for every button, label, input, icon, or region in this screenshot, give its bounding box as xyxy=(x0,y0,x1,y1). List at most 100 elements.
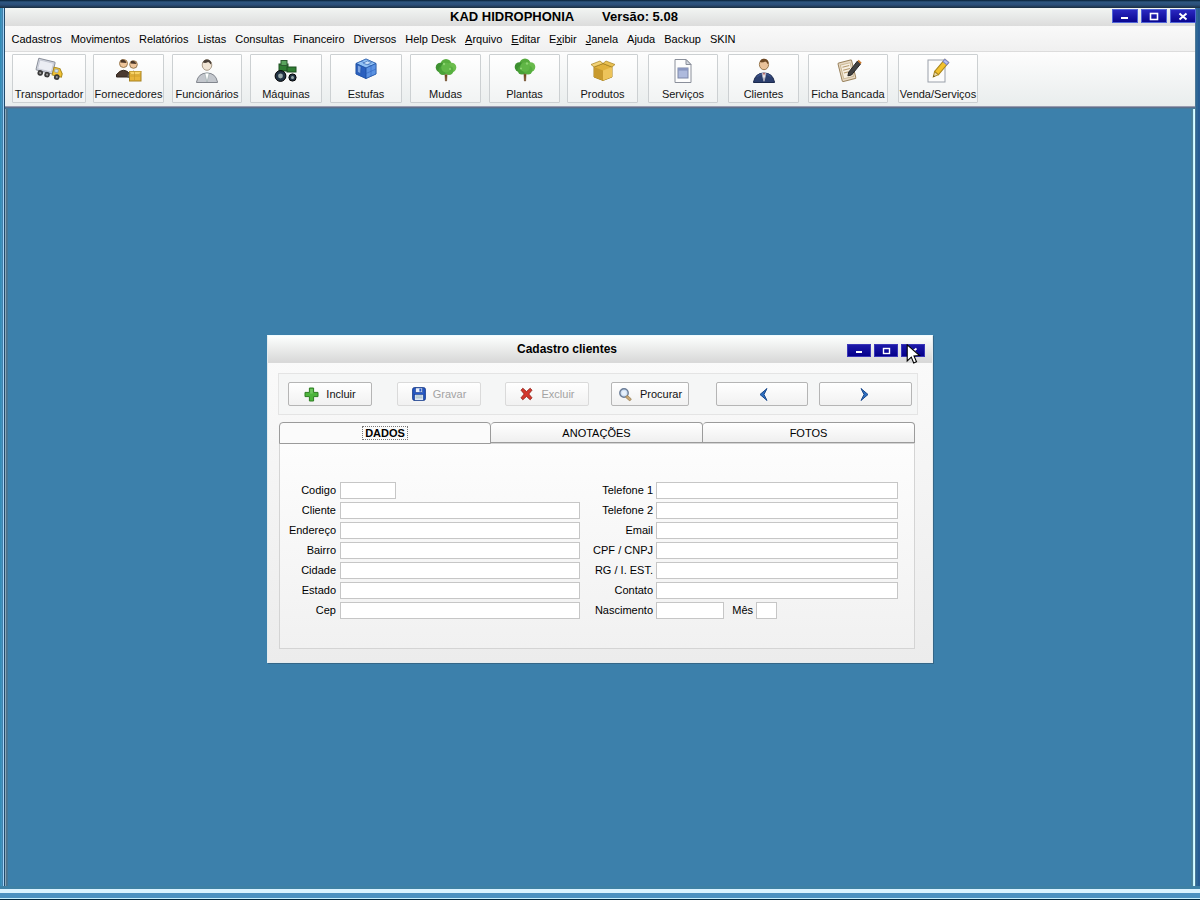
mdi-area-right-bevel xyxy=(1191,109,1195,886)
toolbar-button-label: Estufas xyxy=(348,87,385,101)
window-frame-top xyxy=(0,0,1200,8)
toolbar-button-mudas[interactable]: Mudas xyxy=(410,54,481,103)
telefone-1-label: Telefone 1 xyxy=(533,482,653,499)
mdi-area-left-bevel xyxy=(5,109,8,886)
toolbar-button-m-quinas[interactable]: Máquinas xyxy=(250,54,322,103)
cliente-label: Cliente xyxy=(216,502,336,519)
menu-item-help-desk[interactable]: Help Desk xyxy=(401,27,461,51)
cpf-cnpj-input[interactable] xyxy=(656,542,898,559)
toolbar-button-label: Funcionários xyxy=(176,87,239,101)
toolbar-button-produtos[interactable]: Produtos xyxy=(567,54,638,103)
employee-icon xyxy=(192,57,222,89)
tab-label: DADOS xyxy=(363,427,407,439)
procurar-button[interactable]: Procurar xyxy=(611,382,689,406)
mes-input[interactable] xyxy=(756,602,777,619)
minimize-button[interactable] xyxy=(1112,9,1138,23)
dialog-maximize-button[interactable] xyxy=(874,344,898,357)
endere-o-label: Endereço xyxy=(216,522,336,539)
menu-item-backup[interactable]: Backup xyxy=(660,27,706,51)
nav-previous-button[interactable] xyxy=(716,382,808,406)
toolbar-separator3 xyxy=(5,108,1195,109)
dialog-button-label: Excluir xyxy=(541,388,574,400)
dialog-button-label: Gravar xyxy=(433,388,467,400)
toolbar-button-label: Venda/Serviços xyxy=(900,87,976,101)
dialog-minimize-icon xyxy=(855,347,864,354)
suppliers-icon xyxy=(114,57,144,89)
dialog-cadastro-clientes: Cadastro clientes Incluir Gravar Excluir Pr… xyxy=(267,335,933,663)
toolbar-button-label: Plantas xyxy=(506,87,543,101)
dialog-titlebar[interactable]: Cadastro clientes xyxy=(268,336,932,363)
telefone-2-label: Telefone 2 xyxy=(533,502,653,519)
toolbar-button-transportador[interactable]: Transportador xyxy=(12,54,86,103)
dialog-maximize-icon xyxy=(882,347,891,355)
toolbar-button-label: Serviços xyxy=(662,87,704,101)
toolbar-button-plantas[interactable]: Plantas xyxy=(489,54,560,103)
menu-item-cadastros[interactable]: Cadastros xyxy=(7,27,66,51)
delete-icon xyxy=(519,387,534,401)
menu-item-consultas[interactable]: Consultas xyxy=(231,27,289,51)
nav-next-button[interactable] xyxy=(819,382,912,406)
window-controls xyxy=(1112,8,1196,24)
email-label: Email xyxy=(533,522,653,539)
plus-icon xyxy=(304,387,319,402)
menu-item-editar[interactable]: Editar xyxy=(507,27,545,51)
client-icon xyxy=(749,57,779,89)
chevron-right-icon xyxy=(859,387,872,402)
toolbar-button-estufas[interactable]: Estufas xyxy=(330,54,402,103)
toolbar-button-funcion-rios[interactable]: Funcionários xyxy=(172,54,242,103)
mouse-cursor xyxy=(906,344,922,367)
search-icon xyxy=(618,387,633,402)
dialog-minimize-button[interactable] xyxy=(847,344,871,357)
app-title: KAD HIDROPHONIA xyxy=(450,8,574,26)
close-button[interactable] xyxy=(1170,9,1196,23)
save-icon xyxy=(412,387,426,401)
telefone-1-input[interactable] xyxy=(656,482,898,499)
menu-item-arquivo[interactable]: Arquivo xyxy=(461,27,507,51)
cpf-cnpj-label: CPF / CNPJ xyxy=(533,542,653,559)
maximize-button[interactable] xyxy=(1141,9,1167,23)
menu-item-skin[interactable]: SKIN xyxy=(705,27,740,51)
telefone-2-input[interactable] xyxy=(656,502,898,519)
tab-strip: DADOS ANOTAÇÕES FOTOS xyxy=(279,422,915,443)
menu-item-movimentos[interactable]: Movimentos xyxy=(66,27,134,51)
estado-label: Estado xyxy=(216,582,336,599)
menu-bar: CadastrosMovimentosRelatóriosListasConsu… xyxy=(5,26,1195,52)
tab-anotações[interactable]: ANOTAÇÕES xyxy=(491,422,703,443)
codigo-input[interactable] xyxy=(340,482,396,499)
toolbar-button-ficha-bancada[interactable]: Ficha Bancada xyxy=(808,54,888,103)
toolbar-button-label: Ficha Bancada xyxy=(811,87,884,101)
chevron-left-icon xyxy=(756,387,769,402)
greenhouse-icon xyxy=(351,57,381,89)
rg-i-est--input[interactable] xyxy=(656,562,898,579)
gravar-button[interactable]: Gravar xyxy=(397,382,481,406)
toolbar-button-label: Fornecedores xyxy=(95,87,163,101)
menu-item-janela[interactable]: Janela xyxy=(581,27,622,51)
incluir-button[interactable]: Incluir xyxy=(288,382,372,406)
app-version: Versão: 5.08 xyxy=(602,8,678,26)
menu-item-listas[interactable]: Listas xyxy=(193,27,231,51)
tab-fotos[interactable]: FOTOS xyxy=(703,422,915,443)
contato-input[interactable] xyxy=(656,582,898,599)
toolbar-button-label: Clientes xyxy=(744,87,784,101)
toolbar-button-fornecedores[interactable]: Fornecedores xyxy=(93,54,164,103)
menu-item-financeiro[interactable]: Financeiro xyxy=(289,27,349,51)
toolbar-button-venda-servi-os[interactable]: Venda/Serviços xyxy=(898,54,978,103)
menu-item-ajuda[interactable]: Ajuda xyxy=(623,27,660,51)
menu-item-exibir[interactable]: Exibir xyxy=(545,27,582,51)
close-icon xyxy=(1178,12,1188,21)
window-frame-bottom xyxy=(0,886,1200,900)
menu-item-relat-rios[interactable]: Relatórios xyxy=(134,27,193,51)
cep-label: Cep xyxy=(216,602,336,619)
toolbar-button-servi-os[interactable]: Serviços xyxy=(648,54,718,103)
tab-label: ANOTAÇÕES xyxy=(562,427,630,439)
toolbar-button-clientes[interactable]: Clientes xyxy=(728,54,799,103)
tab-label: FOTOS xyxy=(790,427,828,439)
tab-dados[interactable]: DADOS xyxy=(279,422,491,444)
rg-i-est--label: RG / I. EST. xyxy=(533,562,653,579)
plant-icon xyxy=(510,57,540,89)
dialog-button-label: Procurar xyxy=(640,388,682,400)
truck-icon xyxy=(33,57,65,89)
excluir-button[interactable]: Excluir xyxy=(505,382,589,406)
menu-item-diversos[interactable]: Diversos xyxy=(349,27,401,51)
email-input[interactable] xyxy=(656,522,898,539)
